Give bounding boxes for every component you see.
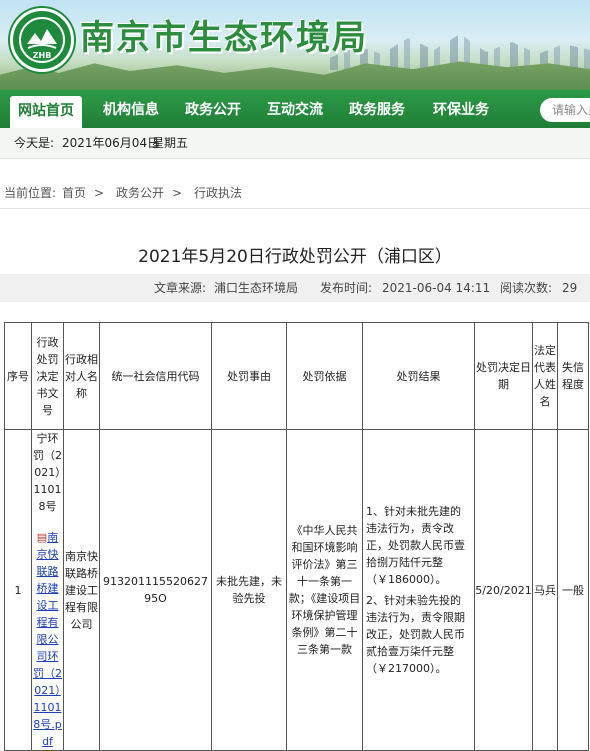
article-source: 浦口生态环境局 — [214, 281, 299, 295]
breadcrumb-separator: > — [172, 186, 183, 200]
header-credit-code: 统一社会信用代码 — [99, 322, 212, 430]
header-credit-level: 失信程度 — [557, 322, 589, 430]
main-nav: 网站首页 机构信息 政务公开 互动交流 政务服务 环保业务 — [0, 90, 590, 128]
breadcrumb-item-gov[interactable]: 政务公开 — [116, 178, 164, 208]
cell-doc-no: 宁环罚（2021）11018号 ▤南京快联路桥建设工程有限公司环罚（2021）1… — [31, 429, 64, 751]
publish-time: 2021-06-04 14:11 — [382, 281, 491, 295]
attachment-link[interactable]: ▤南京快联路桥建设工程有限公司环罚（2021）11018号.pdf — [32, 529, 63, 750]
search-placeholder: 请输入关 — [552, 103, 590, 117]
breadcrumb-item-home[interactable]: 首页 — [62, 178, 86, 208]
table-row: 1 宁环罚（2021）11018号 ▤南京快联路桥建设工程有限公司环罚（2021… — [4, 429, 589, 751]
nav-item-interaction[interactable]: 互动交流 — [256, 90, 334, 128]
article-meta: 文章来源: 浦口生态环境局 发布时间: 2021-06-04 14:11 阅读次… — [0, 274, 590, 302]
site-logo[interactable]: ZHB — [10, 8, 74, 72]
reads-label: 阅读次数: — [500, 281, 553, 295]
cell-basis: 《中华人民共和国环境影响评价法》第三十一条第一款；《建设项目环境保护管理条例》第… — [286, 429, 363, 751]
header-legal-rep: 法定代表人姓名 — [532, 322, 558, 430]
logo-text: ZHB — [32, 51, 52, 60]
cell-date: 5/20/2021 — [474, 429, 533, 751]
attachment-filename[interactable]: 南京快联路桥建设工程有限公司环罚（2021）11018号.pdf — [33, 531, 62, 748]
nav-item-env-business[interactable]: 环保业务 — [420, 90, 502, 128]
result-item-1: 1、针对未批先建的违法行为，责令改正，处罚款人民币壹拾捌万陆仟元整（￥18600… — [366, 505, 465, 586]
article-title: 2021年5月20日行政处罚公开（浦口区） — [138, 247, 452, 267]
cell-party: 南京快联路桥建设工程有限公司 — [63, 429, 100, 751]
result-item-2: 2、针对未验先投的违法行为，责令限期改正，处罚款人民币贰拾壹万柒仟元整（￥217… — [366, 594, 465, 675]
header-index: 序号 — [4, 322, 32, 430]
nav-item-services[interactable]: 政务服务 — [338, 90, 416, 128]
breadcrumb-separator: > — [94, 186, 105, 200]
header-date: 处罚决定日期 — [474, 322, 533, 430]
time-label: 发布时间: — [320, 281, 373, 295]
current-date: 2021年06月04日 — [62, 136, 160, 150]
date-bar: 今天是: 2021年06月04日 星期五 — [0, 128, 590, 159]
cell-legal-rep: 马兵 — [532, 429, 558, 751]
cell-credit-code: 91320111552062795O — [99, 429, 212, 751]
header-reason: 处罚事由 — [211, 322, 287, 430]
read-count: 29 — [562, 281, 578, 295]
cell-credit-level: 一般 — [557, 429, 589, 751]
nav-item-organization[interactable]: 机构信息 — [92, 90, 170, 128]
penalty-table: 序号 行政处罚决定书文号 行政相对人名称 统一社会信用代码 处罚事由 处罚依据 … — [4, 322, 589, 751]
nav-item-home[interactable]: 网站首页 — [10, 96, 82, 128]
current-weekday: 星期五 — [152, 136, 189, 150]
logo-emblem-icon — [19, 17, 65, 63]
site-title[interactable]: 南京市生态环境局 — [80, 10, 368, 59]
pdf-icon: ▤ — [36, 531, 48, 544]
header-doc-no: 行政处罚决定书文号 — [31, 322, 64, 430]
header-party: 行政相对人名称 — [63, 322, 100, 430]
breadcrumb: 当前位置: 首页 > 政务公开 > 行政执法 — [0, 178, 590, 209]
table-header-row: 序号 行政处罚决定书文号 行政相对人名称 统一社会信用代码 处罚事由 处罚依据 … — [4, 322, 589, 430]
breadcrumb-label: 当前位置: — [4, 186, 57, 200]
header-basis: 处罚依据 — [286, 322, 363, 430]
date-label: 今天是: — [14, 136, 55, 150]
cell-index: 1 — [4, 429, 32, 751]
cell-reason: 未批先建，未验先投 — [211, 429, 287, 751]
breadcrumb-item-enforcement[interactable]: 行政执法 — [194, 178, 242, 208]
doc-number: 宁环罚（2021）11018号 — [33, 432, 62, 513]
source-label: 文章来源: — [154, 281, 207, 295]
nav-item-government-affairs[interactable]: 政务公开 — [174, 90, 252, 128]
search-input[interactable]: 请输入关 — [540, 98, 590, 122]
header-result: 处罚结果 — [362, 322, 475, 430]
cell-result: 1、针对未批先建的违法行为，责令改正，处罚款人民币壹拾捌万陆仟元整（￥18600… — [362, 429, 475, 751]
